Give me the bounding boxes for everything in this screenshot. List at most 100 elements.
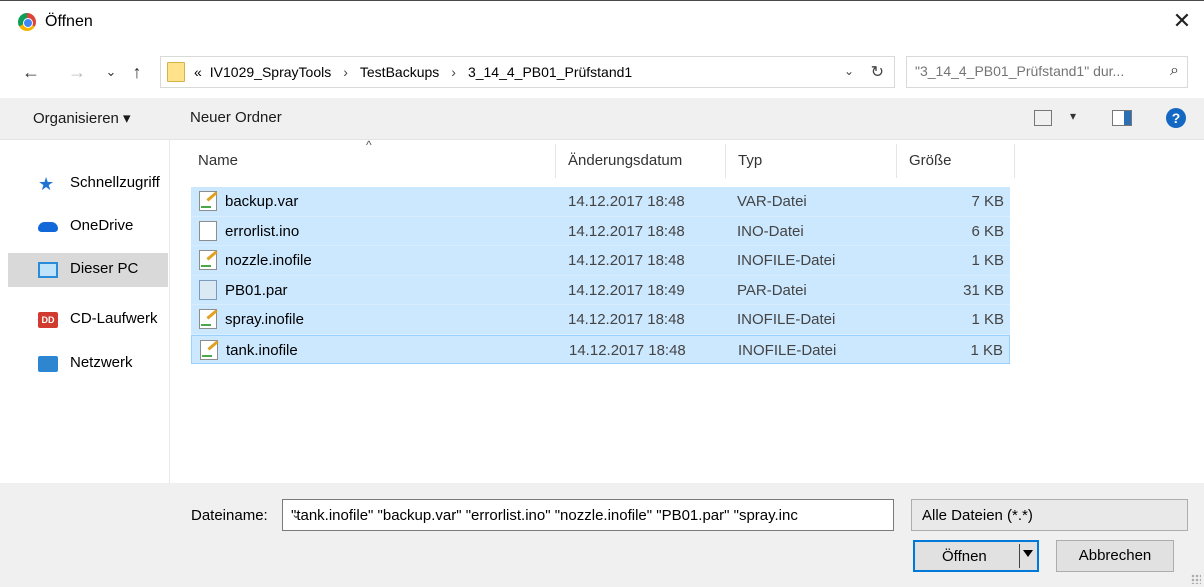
edit-file-icon bbox=[199, 309, 217, 329]
search-icon[interactable]: ⌕ bbox=[1170, 62, 1179, 80]
back-arrow-icon[interactable]: ← bbox=[20, 60, 42, 84]
file-type: INO-Datei bbox=[737, 222, 804, 240]
column-header-date[interactable]: Änderungsdatum bbox=[568, 152, 682, 169]
file-name: backup.var bbox=[225, 193, 299, 210]
nav-item-label: Netzwerk bbox=[70, 354, 133, 371]
file-date: 14.12.2017 18:48 bbox=[568, 311, 685, 328]
file-row[interactable]: backup.var 14.12.2017 18:48 VAR-Datei 7 … bbox=[191, 187, 1010, 217]
nav-item-onedrive[interactable]: OneDrive bbox=[8, 210, 168, 244]
nav-item-schnellzugriff[interactable]: ★ Schnellzugriff bbox=[8, 167, 168, 201]
blank-file-icon bbox=[199, 220, 217, 241]
file-type: INOFILE-Datei bbox=[738, 341, 837, 359]
address-row: ← → ⌄ ↑ « IV1029_SprayTools › TestBackup… bbox=[0, 52, 1204, 92]
nav-item-label: Schnellzugriff bbox=[70, 174, 160, 191]
column-header-type[interactable]: Typ bbox=[738, 152, 762, 169]
file-list: ^ Name Änderungsdatum Typ Größe backup.v… bbox=[172, 138, 1204, 483]
address-bar[interactable]: « IV1029_SprayTools › TestBackups › 3_14… bbox=[160, 56, 895, 88]
file-row[interactable]: PB01.par 14.12.2017 18:49 PAR-Datei 31 K… bbox=[191, 275, 1010, 305]
column-divider[interactable] bbox=[896, 144, 897, 178]
chevron-right-icon[interactable]: › bbox=[447, 64, 460, 80]
open-button[interactable]: Öffnen bbox=[913, 540, 1039, 572]
folder-icon bbox=[167, 62, 185, 82]
resize-grip-icon[interactable] bbox=[1191, 574, 1201, 584]
file-size: 6 KB bbox=[971, 222, 1004, 240]
file-type: PAR-Datei bbox=[737, 281, 807, 299]
file-type: INOFILE-Datei bbox=[737, 311, 836, 328]
column-header-name[interactable]: Name bbox=[198, 152, 238, 169]
file-size: 1 KB bbox=[970, 341, 1003, 359]
file-size: 7 KB bbox=[971, 193, 1004, 210]
help-icon[interactable]: ? bbox=[1166, 108, 1186, 128]
file-date: 14.12.2017 18:49 bbox=[568, 281, 685, 299]
file-row[interactable]: nozzle.inofile 14.12.2017 18:48 INOFILE-… bbox=[191, 246, 1010, 276]
file-name: nozzle.inofile bbox=[225, 252, 312, 269]
file-type: INOFILE-Datei bbox=[737, 252, 836, 269]
nav-item-cd-laufwerk[interactable]: DD CD-Laufwerk bbox=[8, 303, 168, 337]
open-button-label: Öffnen bbox=[942, 548, 987, 565]
new-folder-button[interactable]: Neuer Ordner bbox=[190, 109, 282, 126]
par-file-icon bbox=[199, 279, 217, 300]
up-arrow-icon[interactable]: ↑ bbox=[126, 60, 148, 84]
file-date: 14.12.2017 18:48 bbox=[568, 193, 685, 210]
split-divider bbox=[1019, 544, 1020, 568]
nav-item-label: OneDrive bbox=[70, 217, 134, 234]
file-date: 14.12.2017 18:48 bbox=[568, 252, 685, 269]
column-divider[interactable] bbox=[1014, 144, 1015, 178]
file-row[interactable]: tank.inofile 14.12.2017 18:48 INOFILE-Da… bbox=[191, 334, 1010, 364]
chevron-down-icon[interactable]: ⌄ bbox=[291, 507, 866, 521]
chevron-right-icon[interactable]: › bbox=[339, 64, 352, 80]
window-title: Öffnen bbox=[45, 13, 93, 30]
nav-item-netzwerk[interactable]: Netzwerk bbox=[8, 347, 168, 381]
view-details-icon[interactable] bbox=[1034, 110, 1052, 126]
organize-button[interactable]: Organisieren ▾ bbox=[33, 109, 131, 127]
breadcrumb-item[interactable]: IV1029_SprayTools bbox=[210, 64, 331, 80]
refresh-icon[interactable]: ↻ bbox=[871, 62, 884, 82]
cancel-button[interactable]: Abbrechen bbox=[1056, 540, 1174, 572]
file-name: spray.inofile bbox=[225, 311, 304, 328]
dropdown-arrow-icon[interactable] bbox=[1023, 550, 1033, 557]
recent-locations-chevron-icon[interactable]: ⌄ bbox=[100, 60, 122, 84]
filename-label: Dateiname: bbox=[191, 507, 268, 524]
cd-drive-icon: DD bbox=[38, 312, 58, 328]
file-date: 14.12.2017 18:48 bbox=[569, 341, 686, 359]
footer-bar: Dateiname: "tank.inofile" "backup.var" "… bbox=[0, 483, 1204, 587]
computer-icon bbox=[38, 262, 58, 278]
filetype-select[interactable]: Alle Dateien (*.*) ⌄ bbox=[911, 499, 1188, 531]
view-dropdown-icon[interactable]: ▾ bbox=[1070, 109, 1076, 123]
file-name: PB01.par bbox=[225, 281, 288, 299]
navigation-pane: ★ Schnellzugriff OneDrive Dieser PC DD C… bbox=[0, 140, 170, 483]
command-bar: Organisieren ▾ Neuer Ordner ▾ ? bbox=[0, 98, 1204, 140]
search-box[interactable]: ⌕ bbox=[906, 56, 1188, 88]
close-icon[interactable]: ✕ bbox=[1168, 7, 1196, 35]
file-name: tank.inofile bbox=[226, 341, 298, 359]
file-row[interactable]: spray.inofile 14.12.2017 18:48 INOFILE-D… bbox=[191, 305, 1010, 335]
filename-field[interactable]: "tank.inofile" "backup.var" "errorlist.i… bbox=[282, 499, 894, 531]
chrome-app-icon bbox=[18, 13, 36, 31]
title-bar: Öffnen ✕ bbox=[0, 0, 1204, 42]
nav-item-label: CD-Laufwerk bbox=[70, 310, 158, 327]
chevron-down-icon[interactable]: ⌄ bbox=[844, 64, 854, 78]
nav-item-label: Dieser PC bbox=[70, 260, 139, 277]
file-row[interactable]: errorlist.ino 14.12.2017 18:48 INO-Datei… bbox=[191, 216, 1010, 246]
star-icon: ★ bbox=[38, 174, 55, 194]
search-input[interactable] bbox=[915, 63, 1155, 79]
forward-arrow-icon[interactable]: → bbox=[66, 60, 88, 84]
edit-file-icon bbox=[199, 250, 217, 270]
file-size: 1 KB bbox=[971, 311, 1004, 328]
file-rows: backup.var 14.12.2017 18:48 VAR-Datei 7 … bbox=[191, 187, 1010, 364]
file-size: 31 KB bbox=[963, 281, 1004, 299]
edit-file-icon bbox=[199, 191, 217, 211]
breadcrumb-item[interactable]: 3_14_4_PB01_Prüfstand1 bbox=[468, 64, 632, 80]
chevron-down-icon[interactable]: ⌄ bbox=[922, 507, 1179, 521]
nav-item-dieser-pc[interactable]: Dieser PC bbox=[8, 253, 168, 287]
file-name: errorlist.ino bbox=[225, 222, 300, 240]
breadcrumb-overflow[interactable]: « bbox=[194, 64, 202, 80]
file-size: 1 KB bbox=[971, 252, 1004, 269]
network-icon bbox=[38, 356, 58, 372]
column-header-size[interactable]: Größe bbox=[909, 152, 952, 169]
preview-pane-icon[interactable] bbox=[1112, 110, 1132, 126]
column-divider[interactable] bbox=[725, 144, 726, 178]
file-type: VAR-Datei bbox=[737, 193, 807, 210]
column-divider[interactable] bbox=[555, 144, 556, 178]
breadcrumb-item[interactable]: TestBackups bbox=[360, 64, 439, 80]
